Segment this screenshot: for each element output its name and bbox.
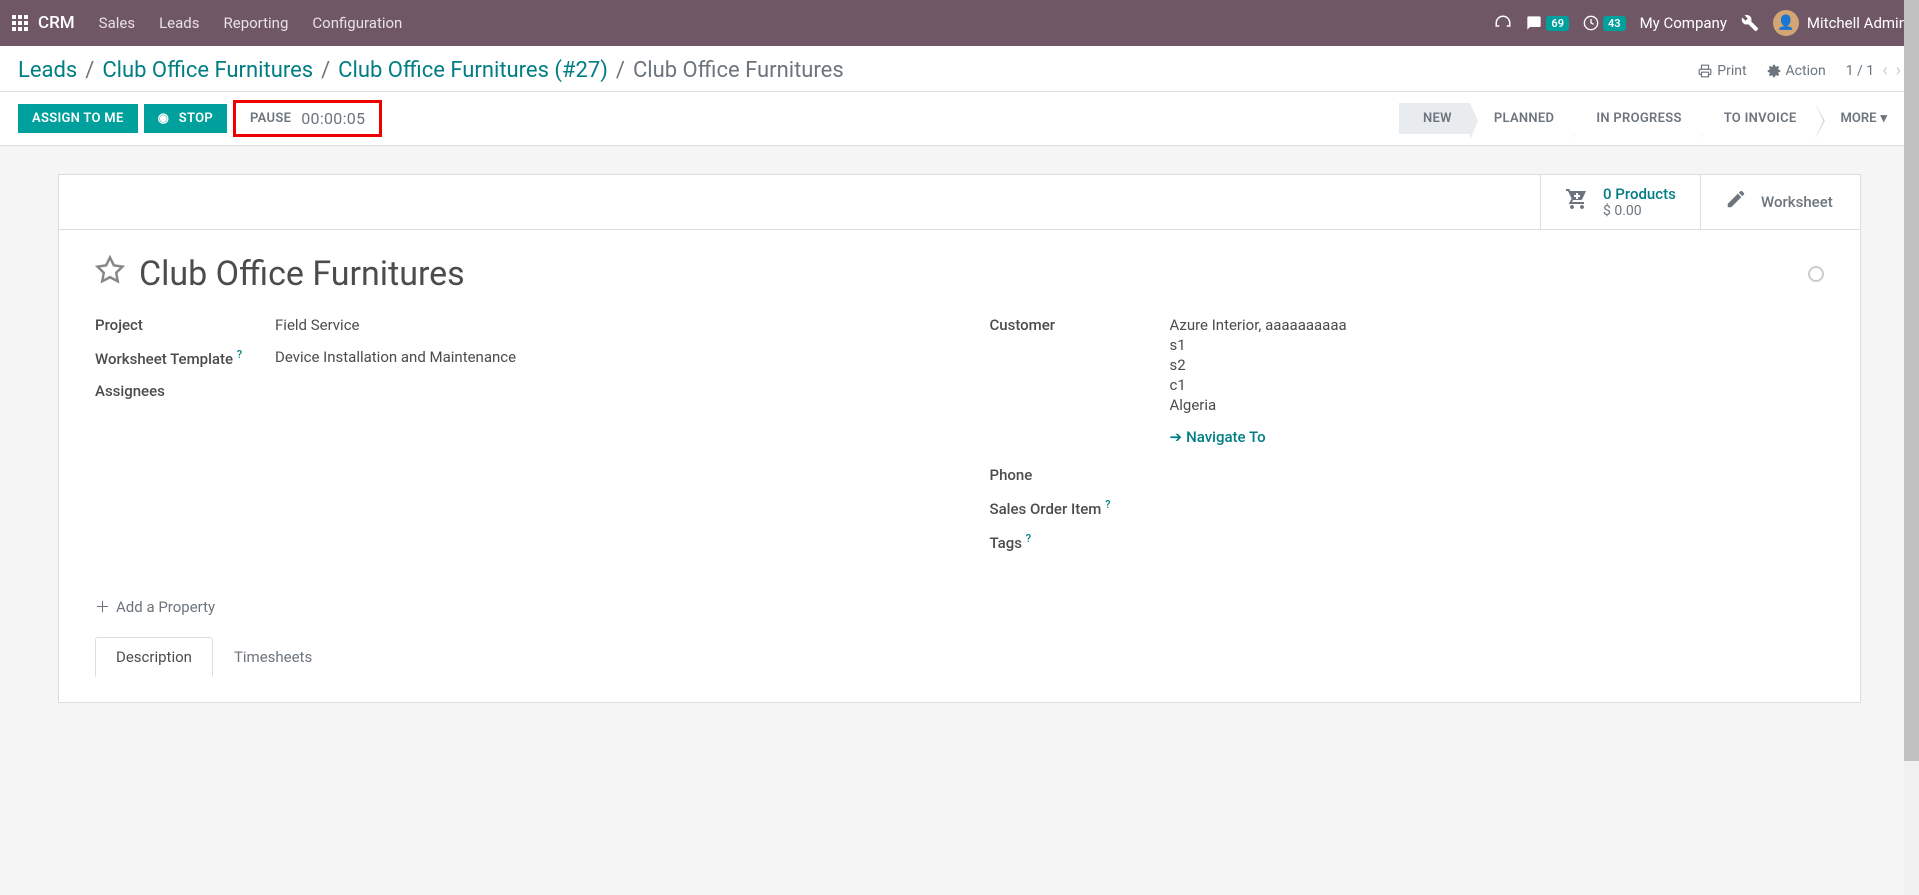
- actionbar: ASSIGN TO ME ◉ STOP PAUSE 00:00:05 NEW P…: [0, 92, 1919, 146]
- plus-icon: ＋: [95, 596, 110, 617]
- stat-buttons: 0 Products $ 0.00 Worksheet: [59, 175, 1860, 230]
- tab-timesheets[interactable]: Timesheets: [213, 637, 333, 677]
- favorite-star-icon[interactable]: [95, 255, 125, 293]
- form-sheet: 0 Products $ 0.00 Worksheet Club Office …: [58, 174, 1861, 703]
- worksheet-template-label: Worksheet Template ?: [95, 348, 275, 368]
- project-value[interactable]: Field Service: [275, 316, 930, 334]
- stage-to-invoice[interactable]: TO INVOICE: [1700, 103, 1815, 134]
- caret-down-icon: ▾: [1880, 111, 1887, 126]
- app-brand[interactable]: CRM: [38, 13, 75, 33]
- messaging-icon[interactable]: 69: [1526, 15, 1569, 31]
- user-menu[interactable]: 👤 Mitchell Admin: [1773, 10, 1907, 36]
- top-navigation: CRM Sales Leads Reporting Configuration …: [0, 0, 1919, 46]
- arrow-right-icon: ➔: [1170, 428, 1183, 446]
- user-name: Mitchell Admin: [1807, 14, 1907, 32]
- print-button[interactable]: Print: [1698, 63, 1746, 79]
- menu-configuration[interactable]: Configuration: [312, 14, 402, 32]
- breadcrumb-leads[interactable]: Leads: [18, 58, 77, 83]
- tabs: Description Timesheets: [95, 637, 1824, 678]
- menu-reporting[interactable]: Reporting: [224, 14, 289, 32]
- sales-order-item-label: Sales Order Item ?: [990, 498, 1170, 518]
- help-icon[interactable]: ?: [1026, 532, 1031, 545]
- apps-icon[interactable]: [12, 15, 28, 31]
- scrollbar-thumb[interactable]: [1904, 0, 1919, 761]
- tab-description[interactable]: Description: [95, 637, 213, 677]
- assignees-label: Assignees: [95, 382, 275, 400]
- project-label: Project: [95, 316, 275, 334]
- pager-value: 1 / 1: [1846, 63, 1874, 79]
- phone-label: Phone: [990, 466, 1170, 484]
- activities-icon[interactable]: 43: [1583, 15, 1626, 31]
- menu-sales[interactable]: Sales: [99, 14, 135, 32]
- status-bar: NEW PLANNED IN PROGRESS TO INVOICE: [1399, 103, 1815, 134]
- pager-next[interactable]: ›: [1896, 60, 1901, 81]
- scrollbar[interactable]: [1904, 0, 1919, 895]
- worksheet-stat[interactable]: Worksheet: [1700, 175, 1860, 229]
- action-button[interactable]: Action: [1767, 63, 1826, 79]
- pager: 1 / 1 ‹ ›: [1846, 60, 1901, 81]
- record-title: Club Office Furnitures: [139, 254, 465, 294]
- pause-button[interactable]: PAUSE 00:00:05: [233, 100, 382, 137]
- assign-to-me-button[interactable]: ASSIGN TO ME: [18, 104, 138, 133]
- breadcrumb-parent2[interactable]: Club Office Furnitures (#27): [338, 58, 608, 83]
- kanban-state-icon[interactable]: [1808, 266, 1824, 282]
- stop-button[interactable]: ◉ STOP: [144, 104, 227, 133]
- tags-label: Tags ?: [990, 532, 1170, 552]
- worksheet-label: Worksheet: [1761, 193, 1833, 211]
- worksheet-template-value[interactable]: Device Installation and Maintenance: [275, 348, 930, 366]
- debug-icon[interactable]: [1741, 14, 1759, 32]
- products-stat[interactable]: 0 Products $ 0.00: [1540, 175, 1700, 229]
- cart-icon: [1565, 187, 1589, 217]
- more-stages-button[interactable]: MORE ▾: [1827, 103, 1901, 134]
- avatar: 👤: [1773, 10, 1799, 36]
- navigate-to-link[interactable]: ➔ Navigate To: [1170, 428, 1266, 446]
- stage-in-progress[interactable]: IN PROGRESS: [1572, 103, 1699, 134]
- messages-badge: 69: [1546, 16, 1569, 31]
- stage-planned[interactable]: PLANNED: [1470, 103, 1572, 134]
- pager-prev[interactable]: ‹: [1882, 60, 1887, 81]
- stage-new[interactable]: NEW: [1399, 103, 1470, 134]
- help-icon[interactable]: ?: [237, 348, 242, 361]
- menu-leads[interactable]: Leads: [159, 14, 199, 32]
- breadcrumb-current: Club Office Furnitures: [633, 58, 844, 83]
- products-count: 0 Products: [1603, 185, 1676, 203]
- company-switcher[interactable]: My Company: [1640, 14, 1727, 32]
- breadcrumb: Leads / Club Office Furnitures / Club Of…: [18, 58, 1901, 83]
- customer-value[interactable]: Azure Interior, aaaaaaaaaa s1 s2 c1 Alge…: [1170, 316, 1825, 446]
- subheader: Leads / Club Office Furnitures / Club Of…: [0, 46, 1919, 92]
- customer-label: Customer: [990, 316, 1170, 334]
- activities-badge: 43: [1603, 16, 1626, 31]
- breadcrumb-parent1[interactable]: Club Office Furnitures: [102, 58, 313, 83]
- stop-icon: ◉: [158, 111, 170, 126]
- voip-icon[interactable]: [1494, 14, 1512, 32]
- add-property-button[interactable]: ＋ Add a Property: [95, 596, 215, 617]
- timer-display: 00:00:05: [301, 109, 365, 128]
- pencil-icon: [1725, 188, 1747, 216]
- products-amount: $ 0.00: [1603, 203, 1676, 219]
- help-icon[interactable]: ?: [1105, 498, 1110, 511]
